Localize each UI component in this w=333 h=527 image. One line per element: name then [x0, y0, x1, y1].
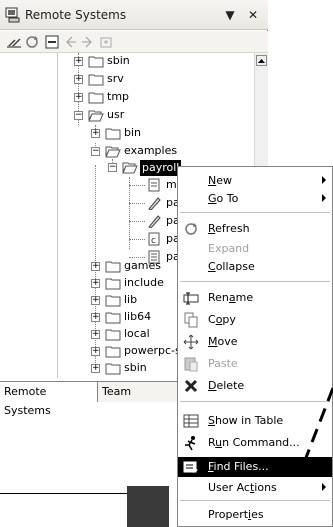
- collapse-all-icon[interactable]: [44, 34, 60, 50]
- view-menu-button[interactable]: ▼: [222, 7, 238, 23]
- menu-item-collapse[interactable]: Collapse: [178, 257, 332, 277]
- menu-item-user-actions[interactable]: User Actions: [178, 478, 332, 498]
- menu-item-refresh[interactable]: Refresh: [178, 219, 332, 239]
- expand-toggle[interactable]: +: [91, 279, 100, 288]
- submenu-arrow-icon: [322, 194, 326, 202]
- expand-toggle[interactable]: +: [74, 57, 83, 66]
- run-icon: [185, 436, 196, 451]
- tab-remote-systems[interactable]: Remote Systems: [0, 382, 98, 417]
- pencil-file-icon: [148, 215, 161, 228]
- view-title-bar: Remote Systems ▼ ✕: [0, 0, 268, 30]
- folder-icon: [105, 312, 121, 324]
- folder-open-icon: [105, 146, 121, 158]
- tree-item-sbin[interactable]: + sbin: [0, 53, 250, 70]
- scroll-up-button[interactable]: [256, 55, 267, 66]
- refresh-icon: [185, 223, 197, 235]
- folder-icon: [105, 295, 121, 307]
- paste-icon: [184, 357, 198, 372]
- menu-item-move[interactable]: Move: [178, 332, 332, 352]
- arrow-up-icon: [258, 59, 265, 63]
- expand-toggle[interactable]: +: [91, 296, 100, 305]
- find-files-icon: [183, 461, 198, 473]
- menu-item-paste: Paste: [178, 354, 332, 374]
- folder-icon: [105, 128, 121, 140]
- folder-icon: [88, 74, 104, 86]
- collapse-toggle[interactable]: −: [74, 111, 83, 120]
- back-icon[interactable]: [62, 34, 78, 50]
- menu-item-copy[interactable]: Copy: [178, 310, 332, 330]
- rename-icon: [183, 292, 199, 305]
- tree-item-usr[interactable]: − usr: [0, 107, 250, 124]
- menu-separator: [180, 500, 330, 501]
- menu-separator: [180, 212, 330, 213]
- folder-open-icon: [88, 110, 104, 122]
- tab-team[interactable]: Team: [98, 382, 138, 402]
- table-icon: [183, 414, 199, 428]
- menu-item-expand: Expand: [208, 242, 250, 255]
- expand-toggle[interactable]: +: [91, 330, 100, 339]
- tree-item-examples[interactable]: − examples: [0, 143, 250, 160]
- remote-systems-icon: [5, 7, 20, 23]
- home-icon[interactable]: [98, 34, 114, 50]
- context-menu: New Go To Refresh Expand Collapse Rename…: [177, 166, 333, 527]
- expand-toggle[interactable]: +: [91, 364, 100, 373]
- menu-item-new[interactable]: New: [178, 171, 332, 191]
- menu-separator: [180, 401, 330, 402]
- menu-item-find-files[interactable]: Find Files...: [178, 457, 332, 477]
- svg-text:c: c: [151, 236, 156, 246]
- menu-item-delete[interactable]: Delete: [178, 376, 332, 396]
- folder-icon: [105, 363, 121, 375]
- tree-item-tmp[interactable]: + tmp: [0, 89, 250, 106]
- tree-item-srv[interactable]: + srv: [0, 71, 250, 88]
- submenu-arrow-icon: [322, 483, 326, 491]
- move-icon: [183, 334, 199, 350]
- c-source-file-icon: c: [148, 232, 160, 246]
- background-image-fragment: [127, 486, 169, 527]
- menu-item-go-to[interactable]: Go To: [178, 189, 332, 209]
- folder-icon: [88, 92, 104, 104]
- view-title: Remote Systems: [25, 8, 127, 22]
- expand-toggle[interactable]: +: [91, 347, 100, 356]
- collapse-toggle[interactable]: −: [108, 163, 117, 172]
- view-close-button[interactable]: ✕: [245, 7, 261, 23]
- selected-item-label: payroll: [140, 160, 182, 176]
- expand-toggle[interactable]: +: [74, 75, 83, 84]
- folder-open-icon: [122, 162, 138, 174]
- refresh-icon[interactable]: [24, 34, 40, 50]
- pencil-file-icon: [148, 197, 161, 210]
- collapse-toggle[interactable]: −: [91, 147, 100, 156]
- menu-item-show-in-table[interactable]: Show in Table: [178, 411, 332, 431]
- tree-item-bin[interactable]: + bin: [0, 125, 250, 142]
- connect-icon[interactable]: [6, 34, 22, 50]
- folder-icon: [105, 346, 121, 358]
- menu-separator: [180, 281, 330, 282]
- delete-icon: [184, 379, 198, 393]
- expand-toggle[interactable]: +: [91, 313, 100, 322]
- text-file-icon: [148, 178, 160, 192]
- folder-icon: [105, 261, 121, 273]
- submenu-arrow-icon: [322, 176, 326, 184]
- expand-toggle[interactable]: +: [91, 129, 100, 138]
- expand-toggle[interactable]: +: [91, 262, 100, 271]
- folder-icon: [105, 278, 121, 290]
- view-toolbar: [0, 31, 268, 53]
- menu-item-properties[interactable]: Properties: [178, 505, 332, 525]
- folder-icon: [88, 56, 104, 68]
- expand-toggle[interactable]: +: [74, 93, 83, 102]
- folder-icon: [105, 329, 121, 341]
- menu-item-run-command[interactable]: Run Command...: [178, 433, 332, 453]
- menu-item-rename[interactable]: Rename: [178, 288, 332, 308]
- forward-icon[interactable]: [80, 34, 96, 50]
- copy-icon: [184, 312, 198, 328]
